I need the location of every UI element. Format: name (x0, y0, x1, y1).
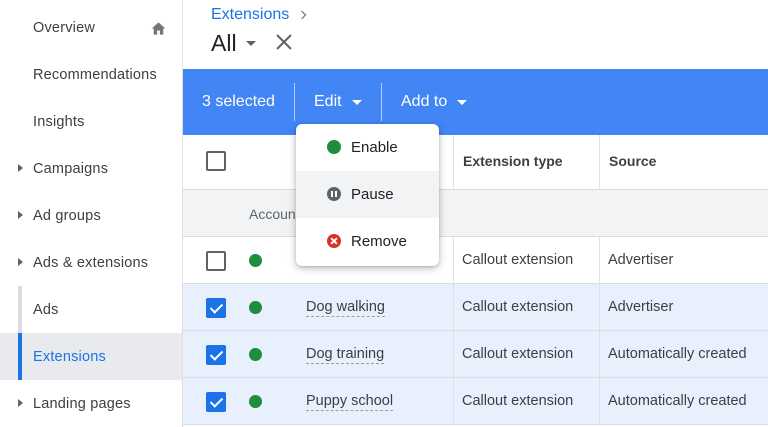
row-checkbox[interactable] (206, 392, 226, 412)
expand-arrow-icon (18, 211, 23, 219)
sidebar-item-recommendations[interactable]: Recommendations (0, 51, 182, 98)
selected-count: 3 selected (202, 93, 275, 110)
sidebar-item-extensions[interactable]: Extensions (0, 333, 182, 380)
add-to-button-label: Add to (401, 93, 448, 110)
column-header-extension-type[interactable]: Extension type (463, 153, 563, 169)
sidebar-item-label: Recommendations (33, 66, 157, 83)
expand-arrow-icon (18, 399, 23, 407)
sidebar-item-ad-groups[interactable]: Ad groups (0, 192, 182, 239)
column-header-source[interactable]: Source (609, 153, 656, 169)
edit-dropdown-menu: Enable Pause Remove (296, 124, 439, 266)
table-header: Extension type Source (183, 135, 768, 190)
close-icon[interactable] (275, 33, 293, 51)
extension-source: Advertiser (608, 299, 674, 315)
edit-button-label: Edit (314, 93, 342, 110)
menu-item-label: Enable (351, 139, 398, 156)
pause-icon (327, 187, 341, 201)
extension-type: Callout extension (462, 393, 574, 409)
sidebar-item-ads[interactable]: Ads (0, 286, 182, 333)
column-divider (599, 135, 600, 190)
menu-item-label: Pause (351, 186, 394, 203)
menu-item-remove[interactable]: Remove (296, 218, 439, 265)
status-enabled-icon (249, 348, 262, 361)
select-all-checkbox[interactable] (206, 151, 226, 171)
sidebar-item-insights[interactable]: Insights (0, 98, 182, 145)
status-enabled-icon (249, 395, 262, 408)
nav-active-indicator (18, 333, 22, 380)
menu-item-pause[interactable]: Pause (296, 171, 439, 218)
sidebar-item-label: Landing pages (33, 395, 131, 412)
row-checkbox[interactable] (206, 345, 226, 365)
group-label: Accoun (249, 206, 296, 222)
row-checkbox[interactable] (206, 298, 226, 318)
extension-source: Automatically created (608, 393, 747, 409)
nav-indent-bar (18, 286, 22, 333)
selection-action-bar: 3 selected Edit Add to (183, 69, 768, 135)
sidebar-item-label: Ads & extensions (33, 254, 149, 271)
add-to-button[interactable]: Add to (401, 93, 468, 111)
sidebar-nav: Overview Recommendations Insights Campai… (0, 0, 183, 427)
extension-source: Automatically created (608, 346, 747, 362)
chevron-right-icon (298, 10, 307, 20)
column-divider (453, 135, 454, 190)
page-title: All (211, 30, 237, 56)
expand-arrow-icon (18, 258, 23, 266)
extension-source: Advertiser (608, 252, 674, 268)
sidebar-item-label: Ad groups (33, 207, 101, 224)
expand-arrow-icon (18, 164, 23, 172)
sidebar-item-ads-extensions[interactable]: Ads & extensions (0, 239, 182, 286)
extension-text[interactable]: Puppy school (306, 393, 394, 411)
extension-type: Callout extension (462, 346, 574, 362)
caret-down-icon (457, 99, 468, 105)
remove-icon (327, 234, 341, 248)
table-row[interactable]: Callout extension Advertiser (183, 237, 768, 284)
sidebar-item-overview[interactable]: Overview (0, 4, 182, 51)
sidebar-item-label: Insights (33, 113, 85, 130)
extension-text[interactable]: Dog training (306, 346, 385, 364)
extension-text[interactable]: Dog walking (306, 299, 385, 317)
caret-down-icon (245, 41, 256, 46)
view-selector[interactable]: All (211, 30, 256, 57)
edit-button[interactable]: Edit (314, 93, 362, 111)
enable-dot-icon (327, 140, 341, 154)
sidebar-item-label: Ads (33, 301, 59, 318)
status-enabled-icon (249, 254, 262, 267)
sidebar-item-campaigns[interactable]: Campaigns (0, 145, 182, 192)
extension-type: Callout extension (462, 252, 574, 268)
row-checkbox[interactable] (206, 251, 226, 271)
home-icon (151, 22, 166, 35)
table-row[interactable]: Dog training Callout extension Automatic… (183, 331, 768, 378)
extension-type: Callout extension (462, 299, 574, 315)
breadcrumb: Extensions (211, 6, 307, 24)
sidebar-item-label: Campaigns (33, 160, 109, 177)
column-divider (453, 237, 454, 425)
table-row[interactable]: Dog walking Callout extension Advertiser (183, 284, 768, 331)
group-row: Accoun (183, 190, 768, 237)
divider (294, 83, 295, 121)
menu-item-enable[interactable]: Enable (296, 124, 439, 171)
menu-item-label: Remove (351, 233, 407, 250)
breadcrumb-link-extensions[interactable]: Extensions (211, 6, 289, 24)
sidebar-item-label: Extensions (33, 348, 106, 365)
caret-down-icon (351, 99, 362, 105)
sidebar-item-label: Overview (33, 19, 96, 36)
column-divider (599, 237, 600, 425)
sidebar-item-landing-pages[interactable]: Landing pages (0, 380, 182, 427)
divider (381, 83, 382, 121)
status-enabled-icon (249, 301, 262, 314)
table-row[interactable]: Puppy school Callout extension Automatic… (183, 378, 768, 425)
